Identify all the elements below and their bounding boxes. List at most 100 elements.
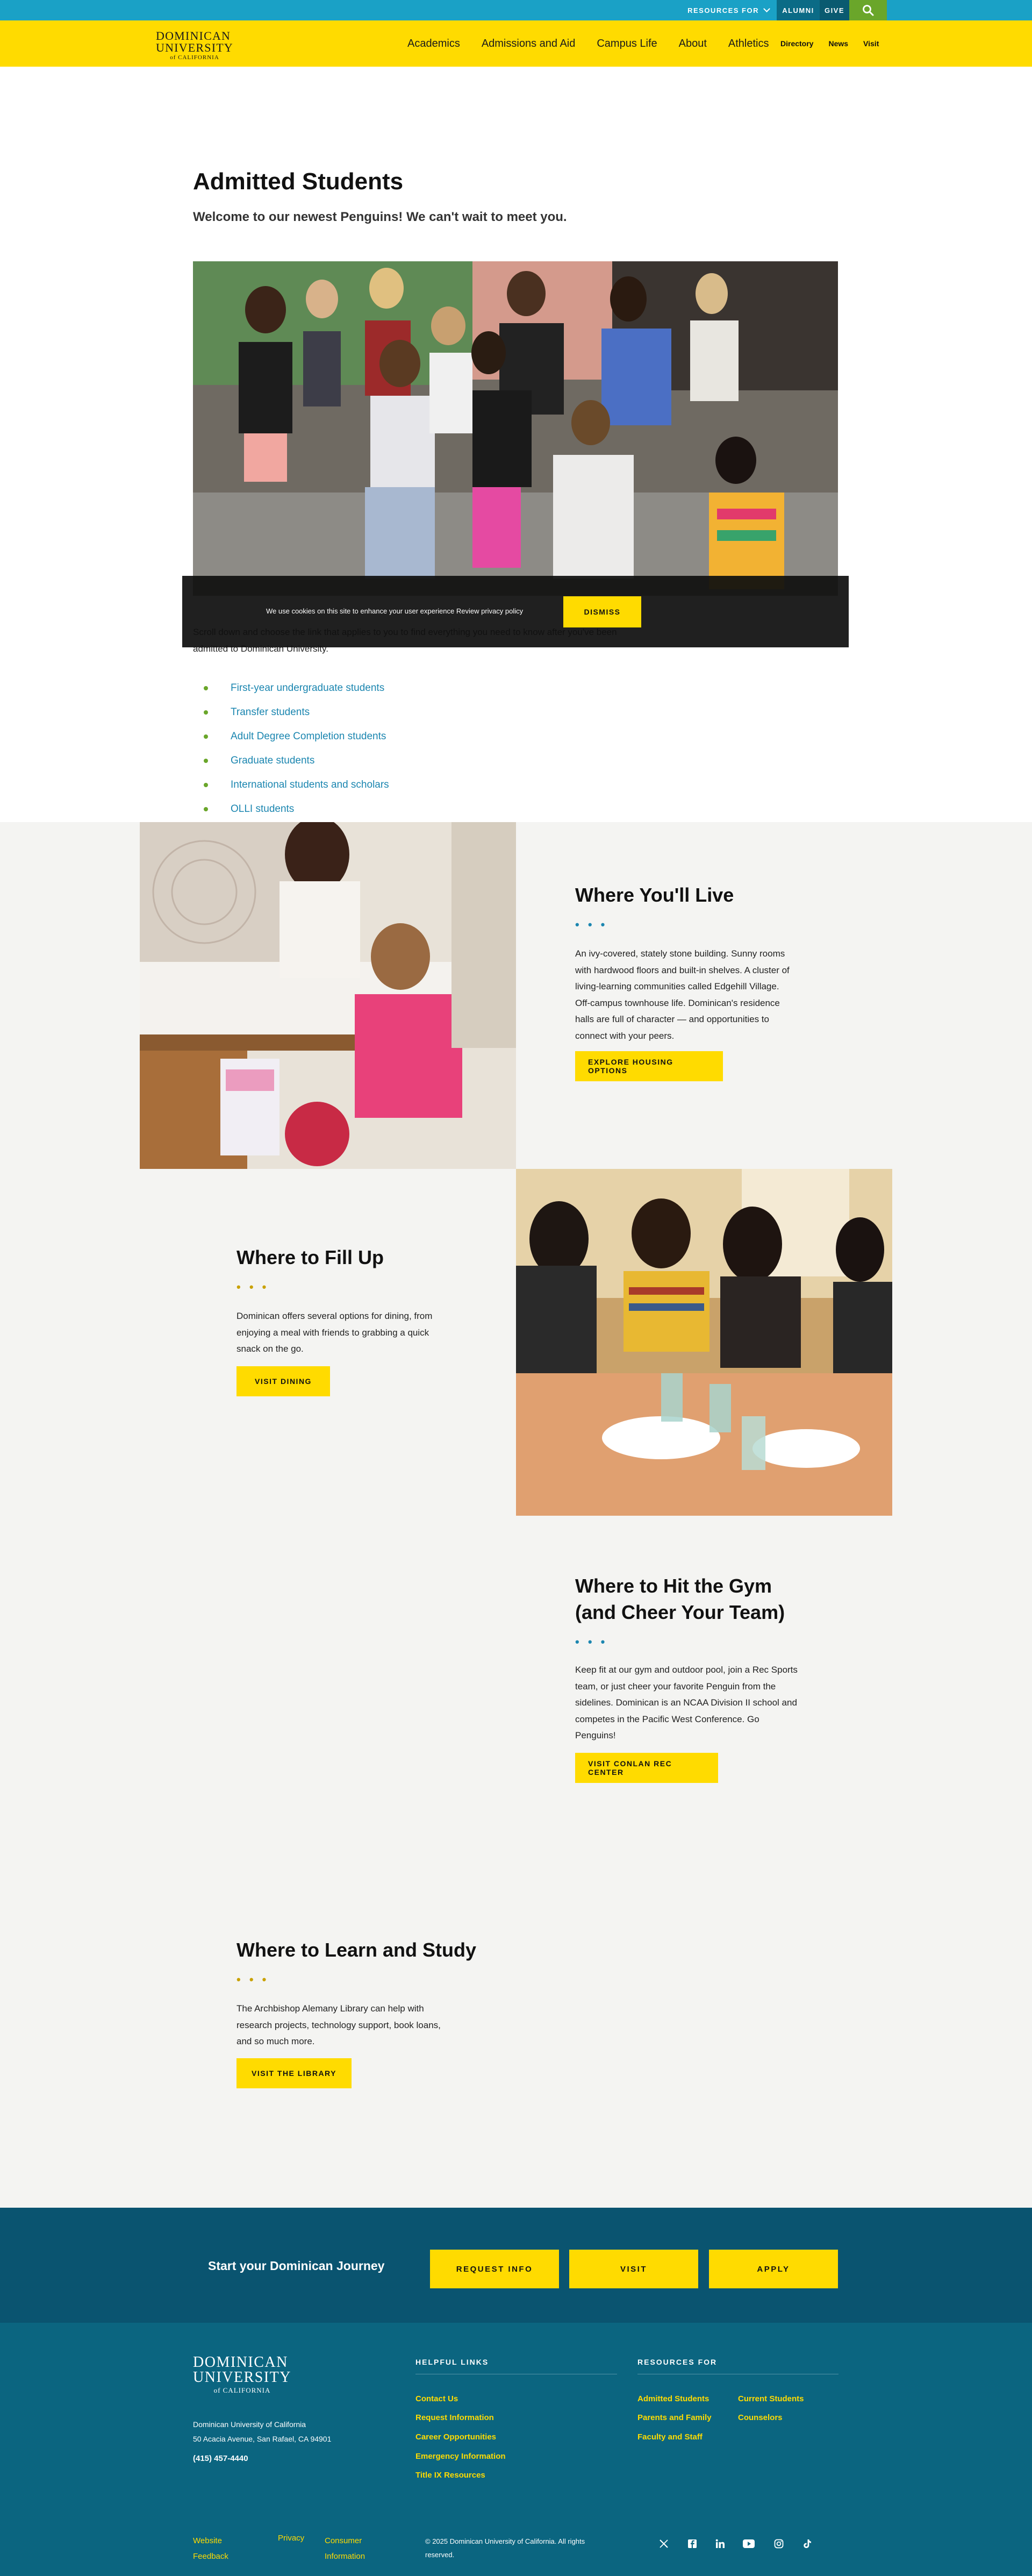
start-journey-band: Start your Dominican Journey REQUEST INF… [0,2208,1032,2323]
youtube-icon[interactable] [742,2537,756,2551]
footer-link-current[interactable]: Current Students [738,2394,804,2403]
give-link[interactable]: GIVE [820,0,849,20]
feature-title-dining: Where to Fill Up [236,1246,384,1268]
journey-title: Start your Dominican Journey [208,2259,385,2273]
search-button[interactable] [849,0,887,20]
dismiss-button[interactable]: DISMISS [563,596,641,627]
footer-link-request-info[interactable]: Request Information [415,2413,494,2422]
cookie-banner: We use cookies on this site to enhance y… [182,576,849,647]
footer-logo-line-1: DOMINICAN [193,2354,288,2371]
page-title: Admitted Students [193,168,404,195]
helpful-links-heading: HELPFUL LINKS [415,2358,617,2374]
university-logo[interactable]: DOMINICAN UNIVERSITY of CALIFORNIA [156,30,233,61]
feature-title-gym: Where to Hit the Gym (and Cheer Your Tea… [575,1575,785,1623]
dorm-room-photo [140,822,516,1169]
bullet-dot [204,807,208,811]
tiktok-icon[interactable] [800,2537,814,2551]
footer-link-faculty[interactable]: Faculty and Staff [637,2432,703,2442]
address-name: Dominican University of California [193,2420,306,2429]
instagram-icon[interactable] [772,2537,786,2551]
nav-campus-life[interactable]: Campus Life [597,38,657,50]
explore-housing-button[interactable]: EXPLORE HOUSING OPTIONS [575,1051,723,1081]
footer-link-admitted[interactable]: Admitted Students [637,2394,709,2403]
admitted-links-list: First-year undergraduate students Transf… [193,676,389,821]
nav-visit[interactable]: Visit [863,39,879,48]
feature-dots-library: • • • [236,1973,269,1986]
list-item[interactable]: Graduate students [193,748,389,773]
visit-button[interactable]: VISIT [569,2250,698,2288]
search-icon [863,5,874,16]
nav-admissions-aid[interactable]: Admissions and Aid [482,38,576,50]
feature-dots-dining: • • • [236,1280,269,1294]
privacy-link[interactable]: Privacy [278,2534,304,2543]
footer-link-careers[interactable]: Career Opportunities [415,2432,496,2442]
link-first-year[interactable]: First-year undergraduate students [231,682,384,694]
site-footer: DOMINICAN UNIVERSITY of CALIFORNIA Domin… [0,2323,1032,2576]
nav-directory[interactable]: Directory [780,39,813,48]
utility-bar: RESOURCES FOR ALUMNI GIVE [0,0,1032,20]
footer-link-contact[interactable]: Contact Us [415,2394,458,2403]
consumer-info-link[interactable]: Consumer Information [325,2534,378,2564]
copyright-text: © 2025 Dominican University of Californi… [425,2537,585,2559]
link-olli[interactable]: OLLI students [231,803,294,815]
resources-for-label: RESOURCES FOR [687,6,759,15]
feature-title-live: Where You'll Live [575,884,734,906]
welcome-subtitle: Welcome to our newest Penguins! We can't… [193,210,567,224]
x-icon[interactable] [657,2537,671,2551]
feature-title-library: Where to Learn and Study [236,1939,477,1961]
chevron-down-icon [763,5,770,12]
request-info-button[interactable]: REQUEST INFO [430,2250,559,2288]
bullet-dot [204,758,208,763]
bullet-dot [204,686,208,690]
hero-photo-students [193,261,838,596]
link-graduate[interactable]: Graduate students [231,755,314,767]
feature-dots-live: • • • [575,918,608,931]
footer-link-emergency[interactable]: Emergency Information [415,2452,506,2461]
website-feedback-link[interactable]: Website Feedback [193,2534,236,2564]
cookie-message[interactable]: We use cookies on this site to enhance y… [266,607,523,615]
list-item[interactable]: Adult Degree Completion students [193,724,389,748]
resources-for-dropdown[interactable]: RESOURCES FOR [677,0,777,20]
link-international[interactable]: International students and scholars [231,779,389,791]
list-item[interactable]: International students and scholars [193,773,389,797]
facebook-icon[interactable] [685,2537,699,2551]
nav-athletics[interactable]: Athletics [728,38,769,50]
footer-logo-line-2: UNIVERSITY [193,2369,291,2386]
nav-academics[interactable]: Academics [407,38,460,50]
feature-body-dining: Dominican offers several options for din… [236,1311,433,1354]
campus-life-features: Where You'll Live • • • An ivy-covered, … [0,822,1032,2208]
footer-phone[interactable]: (415) 457-4440 [193,2451,331,2467]
link-adult-degree[interactable]: Adult Degree Completion students [231,731,386,743]
bullet-dot [204,782,208,787]
logo-line-3: of CALIFORNIA [170,54,219,61]
feature-dots-gym: • • • [575,1635,608,1649]
footer-link-counselors[interactable]: Counselors [738,2413,783,2422]
secondary-menu: Directory News Visit [780,20,879,67]
logo-line-1: DOMINICAN [156,29,231,42]
resources-for-heading: RESOURCES FOR [637,2358,838,2374]
visit-dining-button[interactable]: VISIT DINING [236,1366,330,1396]
linkedin-icon[interactable] [713,2537,727,2551]
footer-logo[interactable]: DOMINICAN UNIVERSITY of CALIFORNIA [193,2355,291,2394]
intro-section: Admitted Students Welcome to our newest … [0,67,1032,822]
logo-line-2: UNIVERSITY [156,41,233,54]
alumni-link[interactable]: ALUMNI [777,0,820,20]
footer-address: Dominican University of California 50 Ac… [193,2417,331,2467]
nav-news[interactable]: News [828,39,848,48]
footer-link-title-ix[interactable]: Title IX Resources [415,2471,485,2480]
link-transfer[interactable]: Transfer students [231,707,310,718]
feature-body-live: An ivy-covered, stately stone building. … [575,948,790,1041]
feature-body-gym: Keep fit at our gym and outdoor pool, jo… [575,1665,798,1741]
feature-body-library: The Archbishop Alemany Library can help … [236,2003,441,2047]
visit-library-button[interactable]: VISIT THE LIBRARY [236,2058,352,2088]
dining-photo [516,1169,892,1516]
apply-button[interactable]: APPLY [709,2250,838,2288]
visit-rec-center-button[interactable]: VISIT CONLAN REC CENTER [575,1753,718,1783]
nav-about[interactable]: About [679,38,707,50]
address-street: 50 Acacia Avenue, San Rafael, CA 94901 [193,2434,332,2443]
main-nav: DOMINICAN UNIVERSITY of CALIFORNIA Acade… [0,20,1032,67]
list-item[interactable]: OLLI students [193,797,389,821]
list-item[interactable]: First-year undergraduate students [193,676,389,700]
footer-link-parents[interactable]: Parents and Family [637,2413,712,2422]
list-item[interactable]: Transfer students [193,700,389,724]
